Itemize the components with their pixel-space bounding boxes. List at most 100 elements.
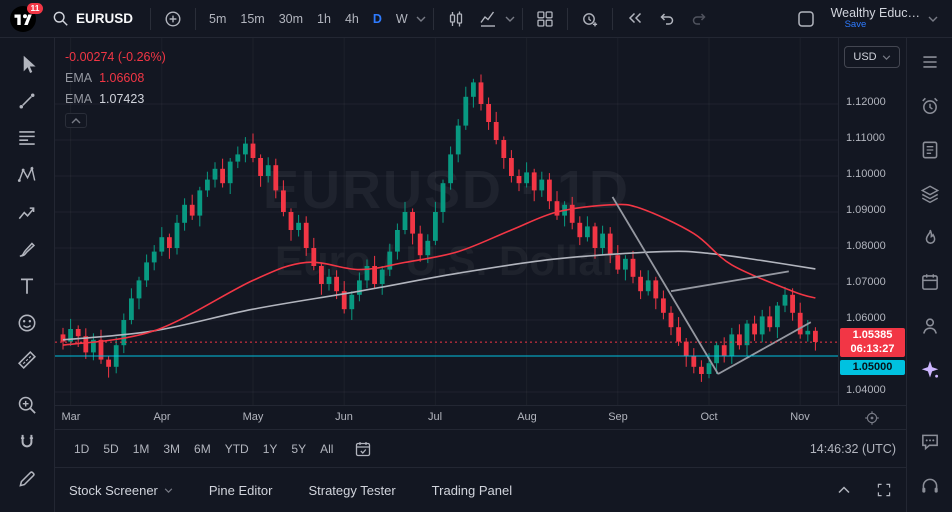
ai-assistant-panel-button[interactable] xyxy=(918,358,942,382)
emoji-tool-button[interactable] xyxy=(15,311,39,335)
axis-settings-icon xyxy=(864,410,880,426)
strategy-tester-tab[interactable]: Strategy Tester xyxy=(308,483,395,498)
account-menu[interactable]: Wealthy Educ… Save xyxy=(831,6,920,31)
tradingview-logo[interactable]: 11 xyxy=(6,4,40,34)
trend-line-tool-button[interactable] xyxy=(15,89,39,113)
last-price: 1.05385 xyxy=(840,328,905,342)
indicators-menu-chevron-icon[interactable] xyxy=(505,16,515,22)
layout-grid-button[interactable] xyxy=(530,5,560,33)
time-axis-settings-button[interactable] xyxy=(864,410,880,426)
time-axis-label: Apr xyxy=(148,411,176,423)
compare-add-button[interactable] xyxy=(158,5,188,33)
calendar-panel-button[interactable] xyxy=(918,270,942,294)
timezone-clock[interactable]: 14:46:32 (UTC) xyxy=(810,442,896,456)
bottom-panel-bar: Stock Screener Pine Editor Strategy Test… xyxy=(55,467,906,512)
undo-button[interactable] xyxy=(652,5,682,33)
alerts-panel-button[interactable] xyxy=(918,94,942,118)
price-axis-label: 1.08000 xyxy=(846,240,886,252)
fib-retracement-icon xyxy=(16,127,38,149)
pine-editor-tab[interactable]: Pine Editor xyxy=(209,483,273,498)
range-5y[interactable]: 5Y xyxy=(284,438,313,460)
redo-icon xyxy=(689,9,709,29)
time-axis-label: Sep xyxy=(604,411,632,423)
undo-icon xyxy=(657,9,677,29)
ema-slow-row[interactable]: EMA1.07423 xyxy=(65,92,166,106)
object-tree-icon xyxy=(919,183,941,205)
fullscreen-button[interactable] xyxy=(874,480,894,500)
account-menu-chevron-icon[interactable] xyxy=(928,16,938,22)
collapse-legend-button[interactable] xyxy=(65,113,87,128)
panel-expand-button[interactable] xyxy=(836,480,852,500)
save-status[interactable]: Save xyxy=(845,20,867,31)
hotlists-panel-button[interactable] xyxy=(918,226,942,250)
divider xyxy=(567,8,568,30)
range-1d[interactable]: 1D xyxy=(67,438,96,460)
range-all[interactable]: All xyxy=(313,438,340,460)
time-axis-label: Mar xyxy=(57,411,85,423)
timeframe-menu-chevron-icon[interactable] xyxy=(416,16,426,22)
people-panel-button[interactable] xyxy=(918,314,942,338)
text-tool-button[interactable] xyxy=(15,274,39,298)
price-axis-label: 1.11000 xyxy=(846,132,885,144)
redo-button[interactable] xyxy=(684,5,714,33)
cursor-tool-button[interactable] xyxy=(15,52,39,76)
range-1m[interactable]: 1M xyxy=(126,438,157,460)
currency-toggle[interactable]: USD xyxy=(844,46,900,68)
trading-panel-tab[interactable]: Trading Panel xyxy=(432,483,512,498)
time-axis-label: Jul xyxy=(421,411,449,423)
edit-tool-button[interactable] xyxy=(15,467,39,491)
timeframe-5m[interactable]: 5m xyxy=(203,8,232,30)
timeframe-4h[interactable]: 4h xyxy=(339,8,365,30)
create-alert-button[interactable] xyxy=(575,5,605,33)
price-change-row[interactable]: -0.00274 (-0.26%) xyxy=(65,50,166,64)
left-toolbar xyxy=(0,38,55,512)
support-panel-button[interactable] xyxy=(918,474,942,498)
divider xyxy=(195,8,196,30)
layout-name: Wealthy Educ… xyxy=(831,6,920,20)
watchlist-icon xyxy=(919,51,941,73)
timeframe-1w[interactable]: W xyxy=(390,8,414,30)
object-tree-panel-button[interactable] xyxy=(918,182,942,206)
range-ytd[interactable]: YTD xyxy=(218,438,256,460)
chat-panel-button[interactable] xyxy=(918,430,942,454)
timeframe-15m[interactable]: 15m xyxy=(234,8,270,30)
range-toolbar: 1D 5D 1M 3M 6M YTD 1Y 5Y All 14:46:32 (U… xyxy=(55,429,906,467)
time-axis-label: Aug xyxy=(513,411,541,423)
time-axis-label: May xyxy=(239,411,267,423)
notification-badge: 11 xyxy=(27,3,43,14)
bar-replay-button[interactable] xyxy=(620,5,650,33)
price-axis[interactable]: USD 1.12000 1.11000 1.10000 1.09000 1.08… xyxy=(838,38,906,405)
magnet-tool-button[interactable] xyxy=(15,430,39,454)
chart-type-button[interactable] xyxy=(441,5,471,33)
candlestick-chart[interactable] xyxy=(55,38,838,405)
maximize-icon xyxy=(876,482,892,498)
measure-tool-button[interactable] xyxy=(15,348,39,372)
timeframe-1h[interactable]: 1h xyxy=(311,8,337,30)
news-panel-button[interactable] xyxy=(918,138,942,162)
range-3m[interactable]: 3M xyxy=(156,438,187,460)
chat-icon xyxy=(919,431,941,453)
range-5d[interactable]: 5D xyxy=(96,438,125,460)
go-to-date-button[interactable] xyxy=(354,440,372,458)
brush-icon xyxy=(16,238,38,260)
zoom-tool-button[interactable] xyxy=(15,393,39,417)
chart-area[interactable]: EURUSD · 1D Euro / U.S. Dollar -0.00274 … xyxy=(55,38,906,405)
brush-tool-button[interactable] xyxy=(15,237,39,261)
select-layout-button[interactable] xyxy=(791,5,821,33)
ema-fast-row[interactable]: EMA1.06608 xyxy=(65,71,166,85)
fib-retracement-tool-button[interactable] xyxy=(15,126,39,150)
forecast-tool-button[interactable] xyxy=(15,200,39,224)
symbol-search[interactable]: EURUSD xyxy=(42,10,143,27)
watchlist-panel-button[interactable] xyxy=(918,50,942,74)
timeframe-1d[interactable]: D xyxy=(367,8,388,30)
alert-clock-icon xyxy=(580,9,600,29)
timeframe-30m[interactable]: 30m xyxy=(273,8,309,30)
price-axis-label: 1.06000 xyxy=(846,312,886,324)
xabcd-pattern-tool-button[interactable] xyxy=(15,163,39,187)
divider xyxy=(612,8,613,30)
range-1y[interactable]: 1Y xyxy=(256,438,285,460)
stock-screener-tab[interactable]: Stock Screener xyxy=(69,483,173,498)
range-6m[interactable]: 6M xyxy=(187,438,218,460)
time-axis[interactable]: Mar Apr May Jun Jul Aug Sep Oct Nov xyxy=(55,405,906,429)
indicators-button[interactable] xyxy=(473,5,503,33)
